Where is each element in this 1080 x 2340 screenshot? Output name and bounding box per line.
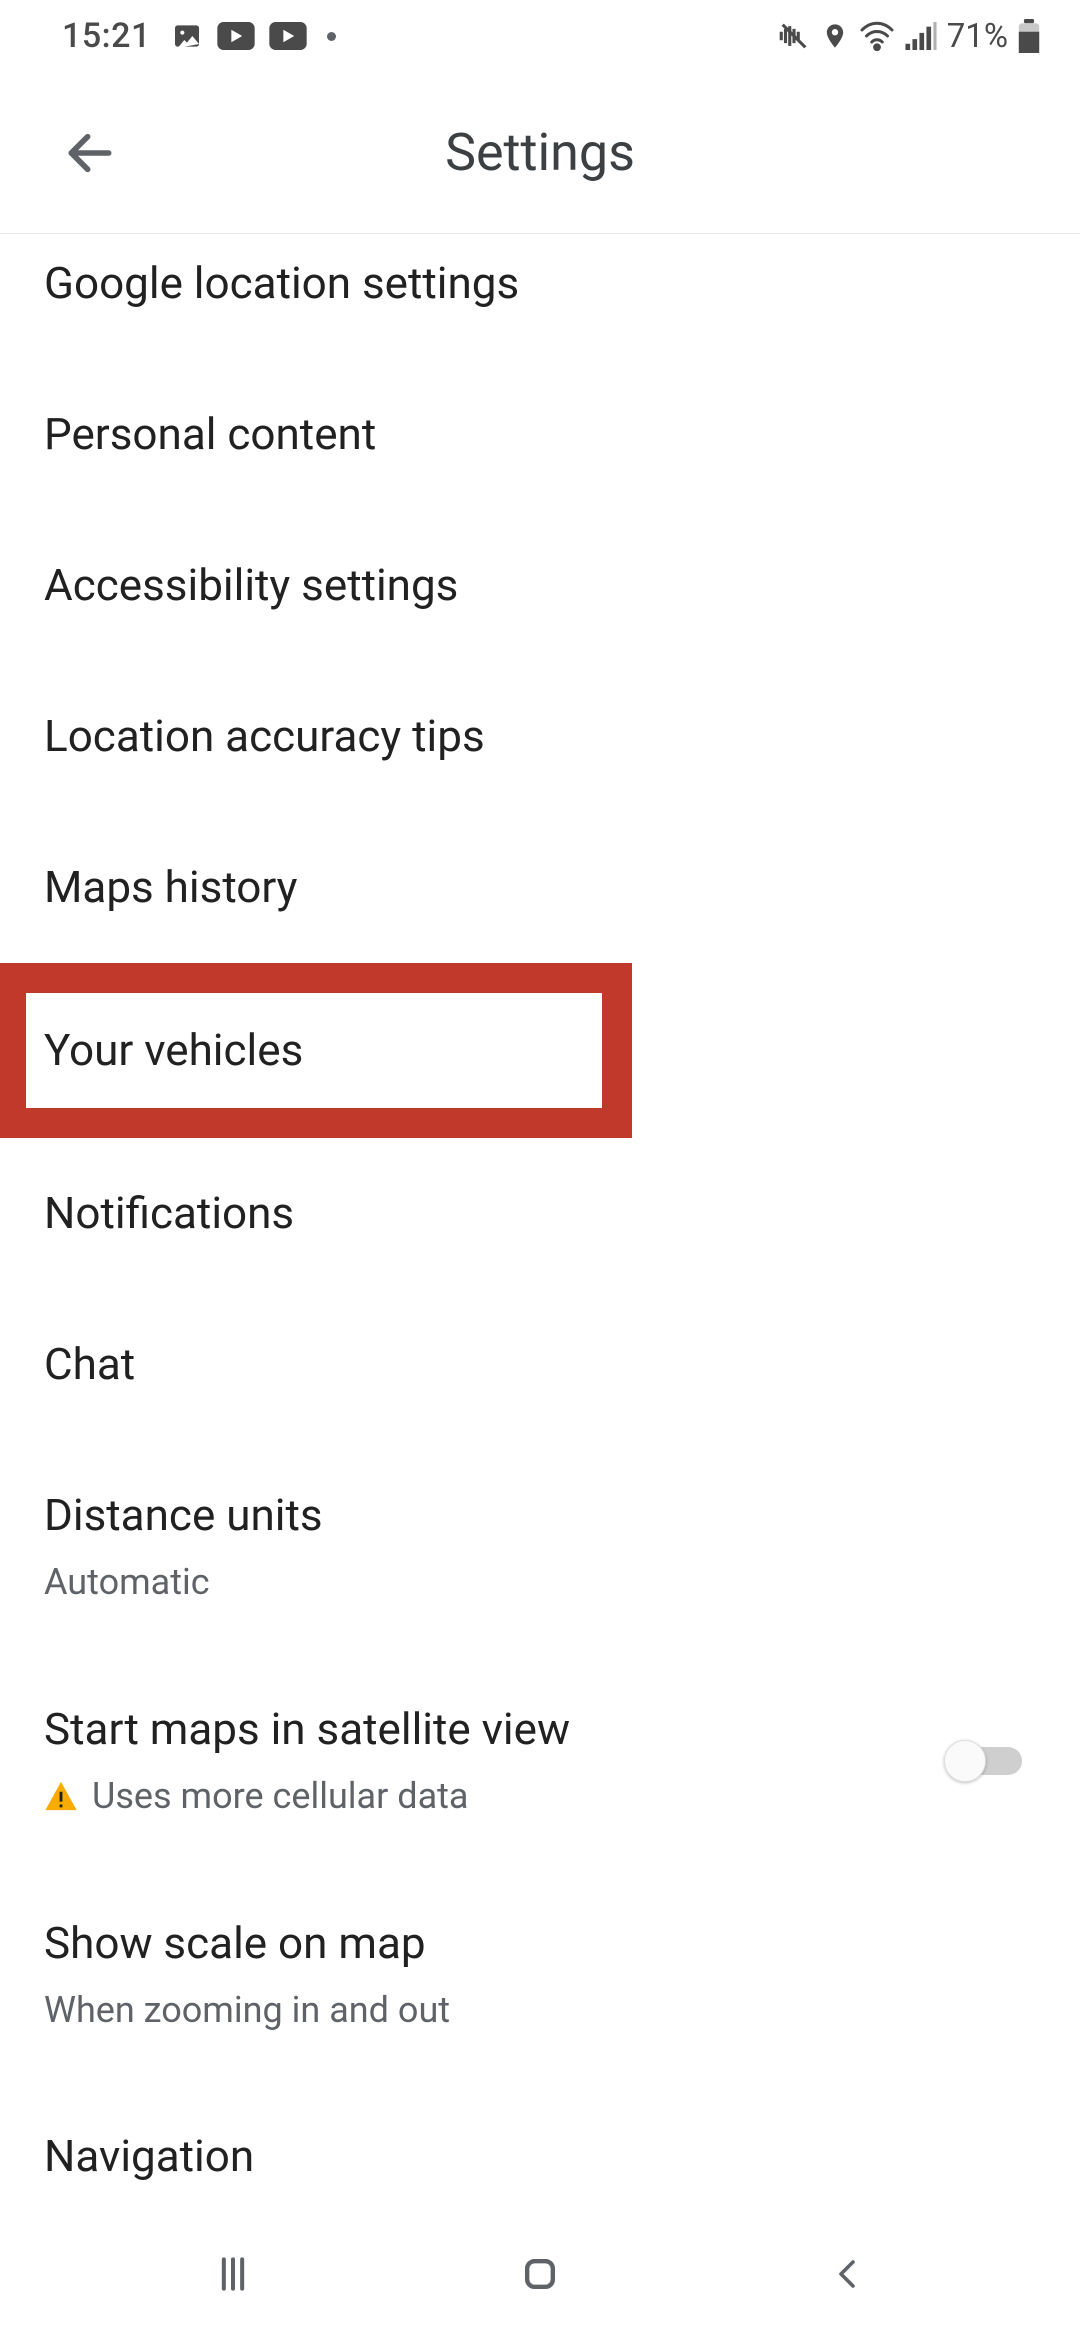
item-title: Show scale on map <box>44 1916 1036 1971</box>
status-left: 15:21 <box>62 16 336 56</box>
item-title: Start maps in satellite view <box>44 1702 942 1757</box>
image-icon <box>171 20 203 52</box>
more-notifications-icon <box>327 32 336 41</box>
recents-icon <box>211 2252 255 2296</box>
item-title: Maps history <box>44 860 1036 915</box>
settings-item-location-tips[interactable]: Location accuracy tips <box>0 661 1080 812</box>
nav-recents-button[interactable] <box>173 2234 293 2314</box>
app-header: Settings <box>0 72 1080 234</box>
settings-item-satellite-view[interactable]: Start maps in satellite view Uses more c… <box>0 1654 1080 1868</box>
highlight-annotation: Your vehicles <box>0 963 632 1138</box>
settings-item-your-vehicles[interactable]: Your vehicles <box>26 993 602 1108</box>
page-title: Settings <box>0 122 1080 183</box>
settings-item-accessibility[interactable]: Accessibility settings <box>0 510 1080 661</box>
item-title: Google location settings <box>44 256 1036 311</box>
item-subtitle: Uses more cellular data <box>44 1773 942 1820</box>
warning-icon <box>44 1779 78 1813</box>
subtitle-text: Uses more cellular data <box>92 1773 469 1820</box>
satellite-toggle[interactable] <box>942 1736 1032 1786</box>
status-right: 71% <box>777 17 1040 56</box>
settings-item-personal-content[interactable]: Personal content <box>0 359 1080 510</box>
youtube-icon <box>217 22 255 50</box>
youtube-icon <box>269 22 307 50</box>
vibrate-silent-icon <box>777 19 811 53</box>
item-title: Personal content <box>44 407 1036 462</box>
chevron-left-icon <box>829 2252 865 2296</box>
item-title: Location accuracy tips <box>44 709 1036 764</box>
item-title: Your vehicles <box>26 993 602 1108</box>
arrow-left-icon <box>62 125 118 181</box>
item-title: Accessibility settings <box>44 558 1036 613</box>
settings-item-navigation[interactable]: Navigation <box>0 2081 1080 2208</box>
android-nav-bar <box>0 2208 1080 2340</box>
nav-back-button[interactable] <box>787 2234 907 2314</box>
item-title: Navigation <box>44 2129 1036 2184</box>
battery-text: 71% <box>947 17 1008 56</box>
settings-item-notifications[interactable]: Notifications <box>0 1138 1080 1289</box>
settings-item-maps-history[interactable]: Maps history <box>0 812 1080 963</box>
settings-item-distance-units[interactable]: Distance units Automatic <box>0 1440 1080 1654</box>
item-title: Distance units <box>44 1488 1036 1543</box>
settings-item-chat[interactable]: Chat <box>0 1289 1080 1440</box>
status-time: 15:21 <box>62 16 151 56</box>
back-button[interactable] <box>50 113 130 193</box>
item-title: Chat <box>44 1337 1036 1392</box>
item-subtitle: Automatic <box>44 1559 1036 1606</box>
settings-list[interactable]: Google location settings Personal conten… <box>0 234 1080 2208</box>
item-title: Notifications <box>44 1186 1036 1241</box>
wifi-icon <box>859 21 895 51</box>
home-square-icon <box>518 2252 562 2296</box>
battery-icon <box>1018 19 1040 53</box>
status-bar: 15:21 <box>0 0 1080 72</box>
item-subtitle: When zooming in and out <box>44 1987 1036 2034</box>
settings-item-google-location[interactable]: Google location settings <box>0 234 1080 359</box>
location-icon <box>821 22 849 50</box>
signal-icon <box>905 22 937 50</box>
nav-home-button[interactable] <box>480 2234 600 2314</box>
settings-item-show-scale[interactable]: Show scale on map When zooming in and ou… <box>0 1868 1080 2082</box>
switch-thumb <box>944 1740 986 1782</box>
